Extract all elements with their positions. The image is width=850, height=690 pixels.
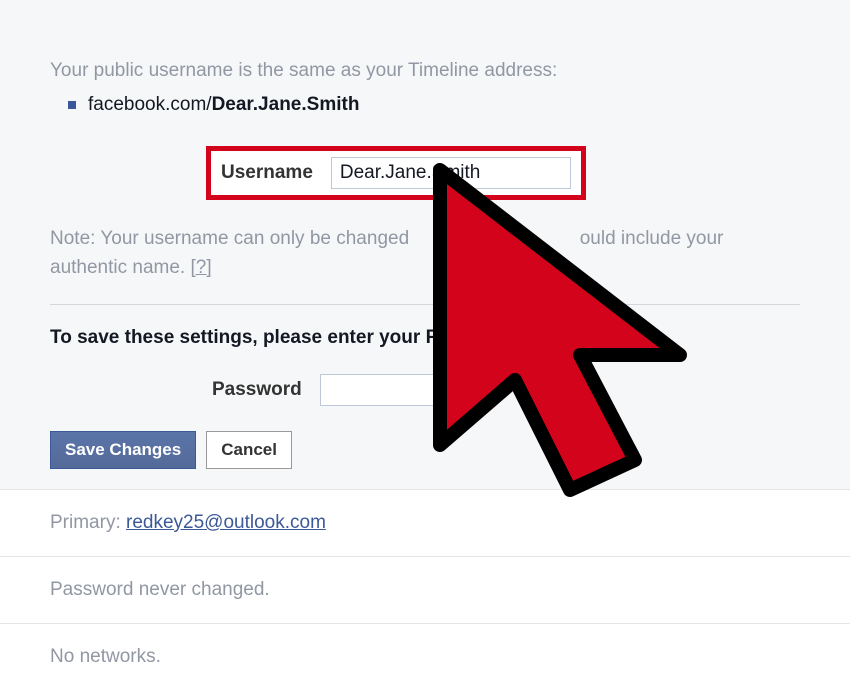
save-button[interactable]: Save Changes	[50, 431, 196, 469]
url-prefix: facebook.com/	[88, 94, 212, 116]
password-label: Password	[212, 379, 302, 401]
url-username: Dear.Jane.Smith	[212, 94, 360, 116]
intro-text: Your public username is the same as your…	[50, 0, 800, 94]
username-note: Note: Your username can only be changed …	[50, 225, 800, 305]
networks-status-row: No networks.	[0, 624, 850, 690]
bullet-icon	[68, 101, 76, 109]
password-input[interactable]	[320, 374, 490, 406]
timeline-url: facebook.com/Dear.Jane.Smith	[50, 94, 800, 116]
primary-email-link[interactable]: redkey25@outlook.com	[126, 512, 326, 533]
button-row: Save Changes Cancel	[50, 431, 800, 469]
primary-email-row: Primary: redkey25@outlook.com	[0, 490, 850, 557]
cancel-button[interactable]: Cancel	[206, 431, 292, 469]
save-prompt: To save these settings, please enter you…	[50, 305, 800, 374]
note-before: Note: Your username can only be changed	[50, 228, 414, 249]
password-status-row: Password never changed.	[0, 557, 850, 624]
password-field-row: Password	[212, 374, 800, 406]
username-field-row: Username	[206, 146, 586, 200]
username-input[interactable]	[331, 157, 571, 189]
primary-label: Primary:	[50, 512, 126, 533]
username-settings-panel: Your public username is the same as your…	[0, 0, 850, 490]
help-link[interactable]: [?]	[190, 257, 211, 278]
username-label: Username	[221, 162, 313, 184]
